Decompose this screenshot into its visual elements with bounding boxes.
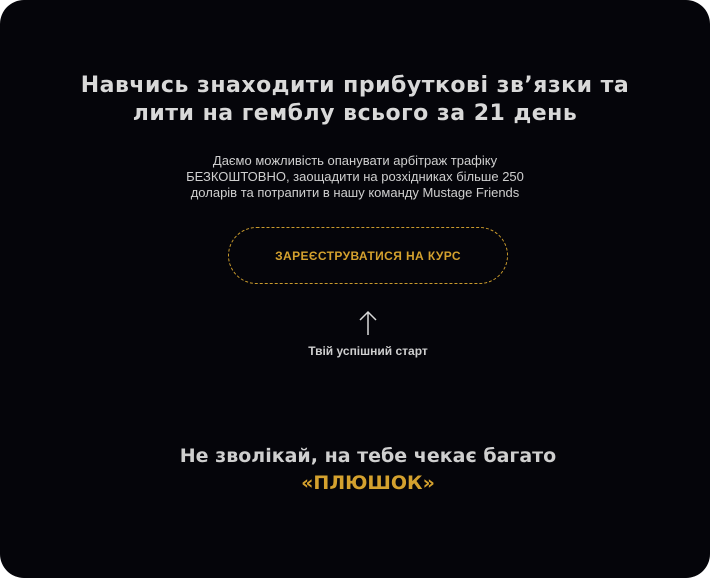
- description-line-1: Даємо можливість опанувати арбітраж траф…: [212, 153, 498, 168]
- page-title: Навчись знаходити прибуткові зв’язки та …: [0, 72, 710, 128]
- headline-line-1: Навчись знаходити прибуткові зв’язки та: [80, 73, 630, 98]
- description-line-3: доларів та потрапити в нашу команду Must…: [190, 185, 520, 200]
- footer-line-1: Не зволікай, на тебе чекає багато: [179, 445, 557, 467]
- start-caption: Твій успішний старт: [308, 344, 428, 358]
- promo-card: Навчись знаходити прибуткові зв’язки та …: [0, 0, 710, 578]
- headline-line-2: лити на гемблу всього за 21 день: [132, 101, 578, 126]
- description-line-2: БЕЗКОШТОВНО, заощадити на розхідниках бі…: [186, 169, 524, 184]
- footer-highlight: «ПЛЮШОК»: [301, 472, 435, 494]
- description: Даємо можливість опанувати арбітраж траф…: [0, 153, 710, 201]
- arrow-up-icon: [359, 310, 377, 335]
- register-course-button[interactable]: ЗАРЕЄСТРУВАТИСЯ НА КУРС: [228, 227, 508, 284]
- footer-message: Не зволікай, на тебе чекає багато «ПЛЮШО…: [0, 443, 712, 497]
